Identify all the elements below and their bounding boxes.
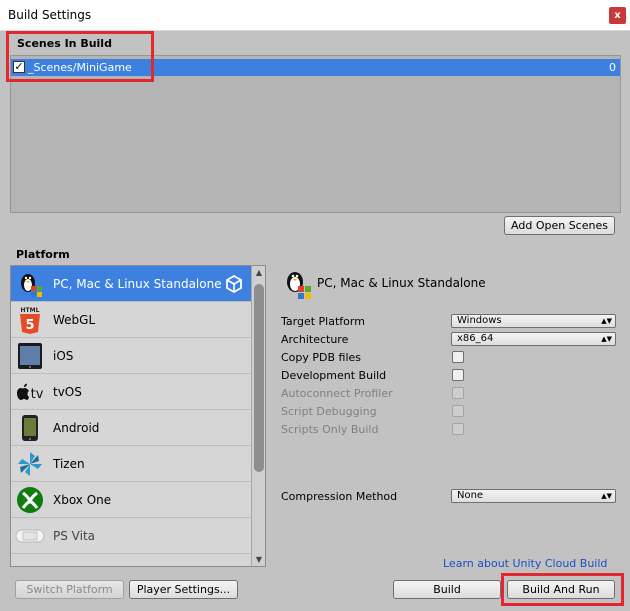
platform-item-xbox-one[interactable]: Xbox One xyxy=(11,482,251,518)
highlight-box-build-and-run xyxy=(501,573,624,606)
player-settings-button[interactable]: Player Settings... xyxy=(129,580,238,599)
autoconnect-profiler-checkbox xyxy=(452,387,464,399)
architecture-label: Architecture xyxy=(281,333,349,346)
ps-vita-icon xyxy=(15,522,45,550)
scene-index: 0 xyxy=(609,61,616,74)
platform-item-ps-vita[interactable]: PS Vita xyxy=(11,518,251,554)
platform-label: tvOS xyxy=(53,385,82,399)
dropdown-arrows-icon: ▲▼ xyxy=(601,317,612,325)
apple-tv-icon: tv xyxy=(15,378,45,406)
platform-header: Platform xyxy=(16,248,70,261)
copy-pdb-label: Copy PDB files xyxy=(281,351,362,364)
highlight-box-scenes xyxy=(6,31,154,82)
ipad-icon xyxy=(15,342,45,370)
build-button[interactable]: Build xyxy=(393,580,501,599)
development-build-label: Development Build xyxy=(281,369,387,382)
settings-header-title: PC, Mac & Linux Standalone xyxy=(317,276,486,290)
compression-method-dropdown[interactable]: None ▲▼ xyxy=(451,489,616,503)
architecture-dropdown[interactable]: x86_64 ▲▼ xyxy=(451,332,616,346)
platform-list[interactable]: PC, Mac & Linux Standalone HTML 5 WebGL xyxy=(10,265,266,567)
scroll-down-arrow-icon[interactable]: ▼ xyxy=(252,553,265,566)
compression-method-label: Compression Method xyxy=(281,490,398,503)
unity-logo-icon xyxy=(225,274,243,296)
platform-scrollbar[interactable]: ▲ ▼ xyxy=(251,266,265,566)
platform-item-tizen[interactable]: Tizen xyxy=(11,446,251,482)
title-bar: Build Settings x xyxy=(0,0,630,31)
development-build-checkbox[interactable] xyxy=(452,369,464,381)
platform-label: Tizen xyxy=(53,457,85,471)
target-platform-dropdown[interactable]: Windows ▲▼ xyxy=(451,314,616,328)
script-debugging-checkbox xyxy=(452,405,464,417)
platform-label: WebGL xyxy=(53,313,96,327)
add-open-scenes-button[interactable]: Add Open Scenes xyxy=(504,216,615,235)
close-icon: x xyxy=(614,10,621,21)
xbox-icon xyxy=(15,486,45,514)
platform-item-webgl[interactable]: HTML 5 WebGL xyxy=(11,302,251,338)
tizen-icon xyxy=(15,450,45,478)
autoconnect-profiler-label: Autoconnect Profiler xyxy=(281,387,393,400)
scroll-up-arrow-icon[interactable]: ▲ xyxy=(252,266,265,279)
svg-text:5: 5 xyxy=(25,318,34,333)
platform-label: PC, Mac & Linux Standalone xyxy=(53,277,222,291)
window-title: Build Settings xyxy=(8,8,92,22)
html5-icon: HTML 5 xyxy=(15,306,45,334)
platform-item-tvos[interactable]: tv tvOS xyxy=(11,374,251,410)
script-debugging-label: Script Debugging xyxy=(281,405,377,418)
platform-label: iOS xyxy=(53,349,74,363)
penguin-windows-apple-icon xyxy=(15,270,45,298)
android-phone-icon xyxy=(15,414,45,442)
platform-item-standalone[interactable]: PC, Mac & Linux Standalone xyxy=(11,266,251,302)
svg-text:tv: tv xyxy=(31,387,44,402)
scripts-only-build-checkbox xyxy=(452,423,464,435)
unity-cloud-build-link[interactable]: Learn about Unity Cloud Build xyxy=(443,557,607,570)
svg-text:HTML: HTML xyxy=(21,307,40,314)
switch-platform-button: Switch Platform xyxy=(15,580,124,599)
dropdown-arrows-icon: ▲▼ xyxy=(601,492,612,500)
platform-label: Android xyxy=(53,421,100,435)
platform-item-android[interactable]: Android xyxy=(11,410,251,446)
dropdown-arrows-icon: ▲▼ xyxy=(601,335,612,343)
copy-pdb-checkbox[interactable] xyxy=(452,351,464,363)
scripts-only-build-label: Scripts Only Build xyxy=(281,423,379,436)
platform-label: PS Vita xyxy=(53,529,96,543)
platform-label: Xbox One xyxy=(53,493,112,507)
scrollbar-thumb[interactable] xyxy=(254,284,264,472)
close-button[interactable]: x xyxy=(609,7,626,24)
target-platform-label: Target Platform xyxy=(281,315,365,328)
platform-item-ios[interactable]: iOS xyxy=(11,338,251,374)
standalone-settings-icon xyxy=(282,268,312,303)
